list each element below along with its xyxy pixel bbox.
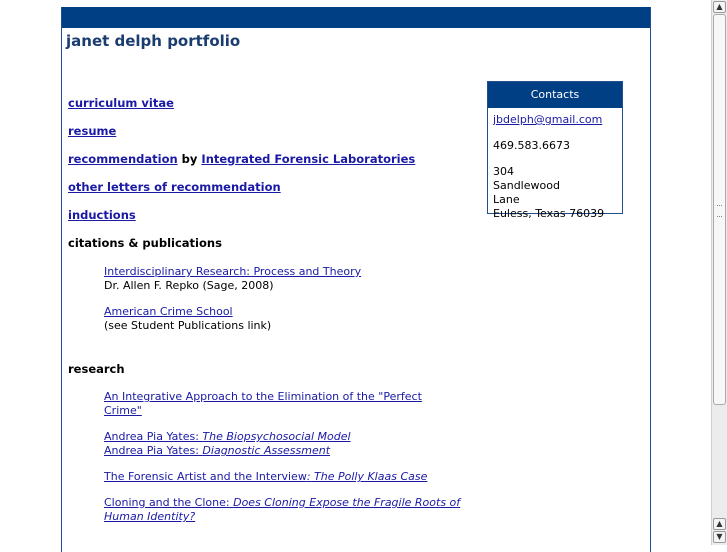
by-text: by <box>177 152 202 166</box>
scrollbar-thumb[interactable] <box>713 14 726 405</box>
other-letters-link[interactable]: other letters of recommendation <box>68 180 281 194</box>
scroll-down-button[interactable]: ▼ <box>713 531 726 543</box>
scroll-up-button[interactable]: ▲ <box>713 1 726 13</box>
citation-note: Dr. Allen F. Repko (Sage, 2008) <box>104 279 274 292</box>
research-link-forensic-artist[interactable]: The Forensic Artist and the Interview: T… <box>104 470 427 483</box>
cv-link[interactable]: curriculum vitae <box>68 96 174 110</box>
recommendation-link[interactable]: recommendation <box>68 152 178 166</box>
address-line: 304 Sandlewood Lane <box>493 165 560 206</box>
citations-heading: citations & publications <box>68 236 222 250</box>
vertical-scrollbar[interactable]: ▲ ▲ ▼ <box>711 0 727 545</box>
citation-item: American Crime School (see Student Publi… <box>104 305 474 333</box>
contacts-box: Contacts jbdelph@gmail.com 469.583.6673 … <box>487 81 623 220</box>
address: 304 Sandlewood Lane Euless, Texas 76039 <box>493 165 617 221</box>
citation-link[interactable]: Interdisciplinary Research: Process and … <box>104 265 361 278</box>
page-title: janet delph portfolio <box>66 32 241 50</box>
address-line: Euless, Texas 76039 <box>493 207 605 220</box>
contacts-heading: Contacts <box>488 82 622 108</box>
page-container: janet delph portfolio curriculum vitae r… <box>61 7 651 552</box>
header-bar <box>62 7 650 28</box>
lab-link[interactable]: Integrated Forensic Laboratories <box>201 152 415 166</box>
research-item: The Forensic Artist and the Interview: T… <box>104 470 474 484</box>
research-link-diagnostic[interactable]: Andrea Pia Yates: Diagnostic Assessment <box>104 444 330 457</box>
research-item: An Integrative Approach to the Eliminati… <box>104 390 449 418</box>
citation-link[interactable]: American Crime School <box>104 305 233 318</box>
email-link[interactable]: jbdelph@gmail.com <box>493 113 602 126</box>
recommendation-line: recommendation by Integrated Forensic La… <box>68 152 415 166</box>
scrollbar-grip-icon <box>717 205 722 217</box>
research-link-cloning[interactable]: Cloning and the Clone: Does Cloning Expo… <box>104 496 460 523</box>
research-link-perfect-crime[interactable]: An Integrative Approach to the Eliminati… <box>104 390 422 417</box>
resume-link[interactable]: resume <box>68 124 116 138</box>
research-heading: research <box>68 362 125 376</box>
citation-note: (see Student Publications link) <box>104 319 272 332</box>
phone-number: 469.583.6673 <box>493 139 570 152</box>
scroll-up-button-lower[interactable]: ▲ <box>713 518 726 530</box>
citation-item: Interdisciplinary Research: Process and … <box>104 265 474 293</box>
research-item: Cloning and the Clone: Does Cloning Expo… <box>104 496 469 524</box>
research-link-biopsychosocial[interactable]: Andrea Pia Yates: The Biopsychosocial Mo… <box>104 430 351 443</box>
research-item: Andrea Pia Yates: The Biopsychosocial Mo… <box>104 430 474 458</box>
inductions-link[interactable]: inductions <box>68 208 136 222</box>
